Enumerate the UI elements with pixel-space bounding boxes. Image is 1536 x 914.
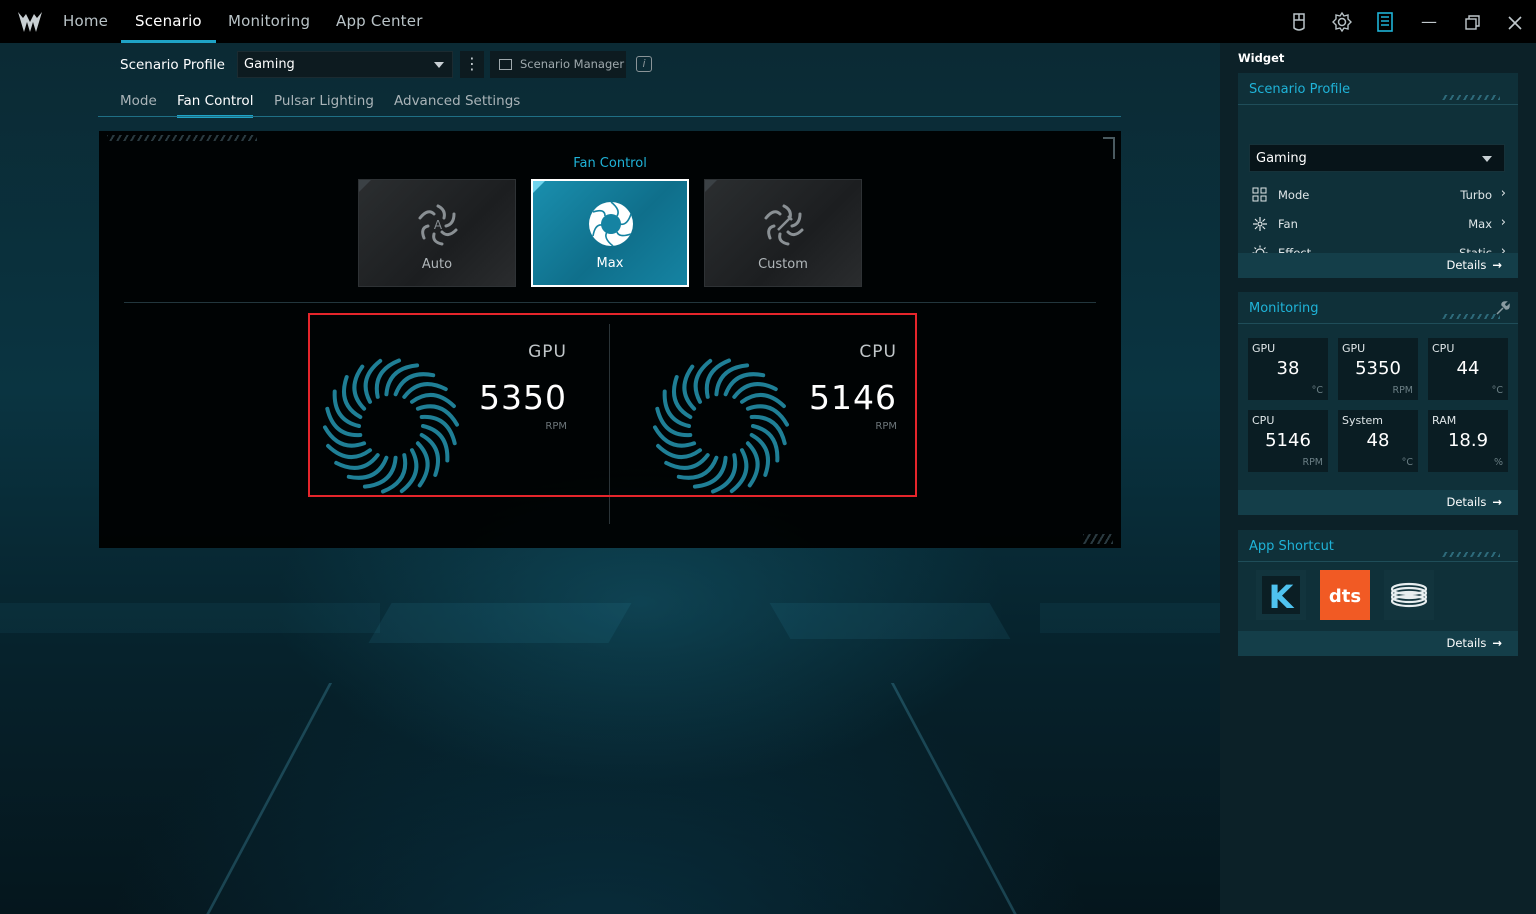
fan-control-panel: Fan Control A Auto Max Custom GPU 5350 R…: [99, 131, 1121, 548]
scenario-profile-value: Gaming: [244, 57, 295, 72]
fan-panel-divider: [124, 302, 1096, 303]
subtab-divider: [98, 116, 1121, 117]
mouse-icon[interactable]: [1288, 11, 1310, 33]
widget-title: Widget: [1238, 51, 1285, 65]
widget-sidebar: Widget Scenario Profile Gaming Mode Turb…: [1220, 43, 1536, 914]
chevron-down-icon: [434, 62, 444, 68]
monitor-tile-gpu-fan: GPU 5350 RPM: [1338, 338, 1418, 400]
fan-mode-max-label: Max: [596, 256, 624, 271]
wrench-icon[interactable]: [1496, 301, 1510, 315]
app-shortcut-card-header: App Shortcut: [1238, 530, 1518, 562]
scenario-profile-details-link[interactable]: Details →: [1446, 258, 1502, 272]
top-navigation-bar: Home Scenario Monitoring App Center —: [0, 0, 1536, 43]
fan-mode-auto-button[interactable]: A Auto: [358, 179, 516, 287]
restore-icon[interactable]: [1462, 13, 1482, 33]
arrow-right-icon: →: [1492, 258, 1502, 272]
subtab-fan-control[interactable]: Fan Control: [177, 93, 254, 118]
widget-scenario-profile-dropdown[interactable]: Gaming: [1249, 144, 1505, 172]
scenario-manager-label: Scenario Manager: [520, 57, 625, 71]
arrow-right-icon: →: [1492, 495, 1502, 509]
monitor-tile-gpu-temp: GPU 38 °C: [1248, 338, 1328, 400]
fan-icon: [1253, 217, 1267, 231]
fan-mode-auto-label: Auto: [421, 257, 453, 272]
nav-tab-monitoring[interactable]: Monitoring: [228, 0, 310, 43]
widget-mode-label: Mode: [1278, 188, 1310, 202]
list-icon: [499, 59, 512, 70]
info-icon[interactable]: i: [636, 56, 652, 72]
fan-mode-custom-label: Custom: [758, 257, 808, 272]
scenario-profile-card-header: Scenario Profile: [1238, 73, 1518, 105]
fan-max-icon: [589, 201, 633, 247]
monitor-tile-cpu-fan: CPU 5146 RPM: [1248, 410, 1328, 472]
svg-text:K: K: [1269, 578, 1295, 616]
widget-mode-value: Turbo: [1460, 188, 1492, 202]
subtab-pulsar-lighting[interactable]: Pulsar Lighting: [274, 93, 374, 109]
grid-icon: [1252, 187, 1267, 202]
coil-app-icon[interactable]: [1384, 570, 1434, 620]
monitor-tile-cpu-temp: CPU 44 °C: [1428, 338, 1508, 400]
fan-control-title: Fan Control: [573, 156, 647, 171]
monitor-tile-system-temp: System 48 °C: [1338, 410, 1418, 472]
dts-app-icon[interactable]: dts: [1320, 570, 1370, 620]
fan-mode-custom-button[interactable]: Custom: [704, 179, 862, 287]
nav-tab-app-center[interactable]: App Center: [336, 0, 423, 43]
rpm-highlight-box: [308, 313, 917, 497]
predator-logo-icon[interactable]: [16, 8, 44, 36]
widget-panel-icon[interactable]: [1374, 11, 1396, 33]
minimize-icon[interactable]: —: [1419, 12, 1439, 32]
monitoring-card-header: Monitoring: [1238, 292, 1518, 324]
scenario-profile-card: Scenario Profile Gaming Mode Turbo › Fan…: [1238, 73, 1518, 278]
k-app-icon[interactable]: K: [1256, 570, 1306, 620]
chevron-down-icon: [1482, 156, 1492, 162]
nav-tab-home[interactable]: Home: [63, 0, 108, 43]
svg-text:A: A: [434, 218, 443, 232]
subtab-advanced-settings[interactable]: Advanced Settings: [394, 93, 520, 109]
more-options-button[interactable]: ⋮: [460, 51, 484, 78]
app-shortcut-details-footer: Details →: [1238, 631, 1518, 656]
scenario-profile-label: Scenario Profile: [120, 57, 225, 73]
svg-text:dts: dts: [1329, 586, 1361, 607]
fan-custom-icon: [764, 204, 804, 246]
subtab-mode[interactable]: Mode: [120, 93, 157, 109]
scenario-profile-dropdown[interactable]: Gaming: [237, 51, 453, 78]
nav-tab-scenario[interactable]: Scenario: [121, 0, 216, 43]
gear-icon[interactable]: [1331, 11, 1353, 33]
chevron-right-icon: ›: [1500, 186, 1506, 201]
widget-fan-label: Fan: [1278, 217, 1298, 231]
monitoring-card: Monitoring GPU 38 °C GPU 5350 RPM CPU 44…: [1238, 292, 1518, 515]
widget-fan-value: Max: [1468, 217, 1492, 231]
chevron-right-icon: ›: [1500, 215, 1506, 230]
arrow-right-icon: →: [1492, 636, 1502, 650]
monitoring-details-footer: Details →: [1238, 490, 1518, 515]
close-icon[interactable]: [1505, 13, 1525, 33]
app-shortcut-card: App Shortcut K dts Details →: [1238, 530, 1518, 656]
widget-mode-row[interactable]: Mode Turbo ›: [1252, 185, 1506, 205]
app-shortcut-details-link[interactable]: Details →: [1446, 636, 1502, 650]
scenario-profile-details-footer: Details →: [1238, 253, 1518, 278]
widget-fan-row[interactable]: Fan Max ›: [1252, 214, 1506, 234]
widget-scenario-profile-value: Gaming: [1256, 151, 1307, 166]
monitoring-details-link[interactable]: Details →: [1446, 495, 1502, 509]
monitor-tile-ram: RAM 18.9 %: [1428, 410, 1508, 472]
fan-mode-max-button[interactable]: Max: [531, 179, 689, 287]
scenario-manager-button[interactable]: Scenario Manager: [490, 51, 626, 78]
fan-auto-icon: A: [418, 204, 458, 246]
